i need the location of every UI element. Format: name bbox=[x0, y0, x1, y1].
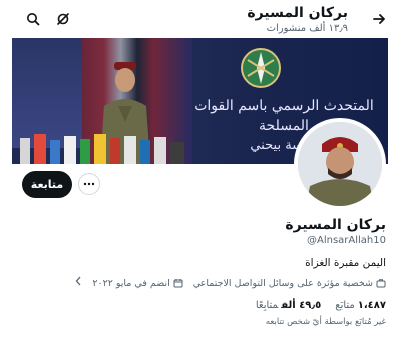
followers-count: ٤٩٫٥ ألف bbox=[281, 300, 322, 311]
profile-bio: اليمن مقبرة الغزاة bbox=[305, 257, 386, 269]
profile-display-name: بركان المسيرة bbox=[285, 217, 386, 233]
briefcase-icon bbox=[376, 279, 386, 288]
profile-stats: ١،٤٨٧متابَع ٤٩٫٥ ألفمتابِعًا bbox=[14, 300, 386, 311]
grok-icon bbox=[57, 13, 69, 25]
avatar-image bbox=[298, 122, 382, 206]
back-button[interactable] bbox=[366, 6, 392, 32]
search-button[interactable] bbox=[20, 6, 46, 32]
profile-info: بركان المسيرة @AlnsarAllah10 اليمن مقبرة… bbox=[14, 216, 386, 327]
followers-note: غير مُتابَع بواسطة أيّ شخص تتابعه bbox=[265, 317, 386, 327]
posts-count: ١٣٫٩ ألف منشورات bbox=[266, 23, 348, 34]
banner-microphones bbox=[20, 134, 184, 164]
profile-category[interactable]: شخصية مؤثرة على وسائل التواصل الاجتماعي bbox=[193, 277, 386, 290]
followers-label: متابِعًا bbox=[255, 300, 279, 311]
more-icon bbox=[83, 182, 95, 186]
calendar-icon bbox=[173, 279, 183, 288]
search-icon bbox=[27, 13, 40, 26]
top-bar: بركان المسيرة ١٣٫٩ ألف منشورات bbox=[0, 0, 400, 38]
more-button[interactable] bbox=[78, 173, 100, 195]
armed-forces-emblem bbox=[241, 48, 281, 88]
profile-handle: @AlnsarAllah10 bbox=[307, 235, 386, 246]
followers-link[interactable]: ٤٩٫٥ ألفمتابِعًا bbox=[256, 300, 321, 311]
meta-chevron-icon[interactable] bbox=[75, 276, 82, 290]
banner-screen bbox=[12, 38, 82, 148]
header-titles: بركان المسيرة ١٣٫٩ ألف منشورات bbox=[247, 4, 348, 35]
follow-button[interactable]: متابعة bbox=[22, 171, 72, 198]
profile-category-text: شخصية مؤثرة على وسائل التواصل الاجتماعي bbox=[192, 277, 373, 289]
profile-meta: شخصية مؤثرة على وسائل التواصل الاجتماعي … bbox=[14, 276, 386, 290]
following-count: ١،٤٨٧ bbox=[357, 300, 386, 311]
back-arrow-icon bbox=[373, 14, 385, 24]
profile-avatar[interactable] bbox=[294, 118, 386, 210]
profile-joined-text: انضم في مايو ٢٠٢٢ bbox=[92, 277, 170, 289]
following-link[interactable]: ١،٤٨٧متابَع bbox=[335, 300, 386, 311]
grok-button[interactable] bbox=[50, 6, 76, 32]
following-label: متابَع bbox=[335, 300, 355, 311]
header-name: بركان المسيرة bbox=[247, 5, 348, 21]
profile-joined: انضم في مايو ٢٠٢٢ bbox=[92, 277, 183, 290]
